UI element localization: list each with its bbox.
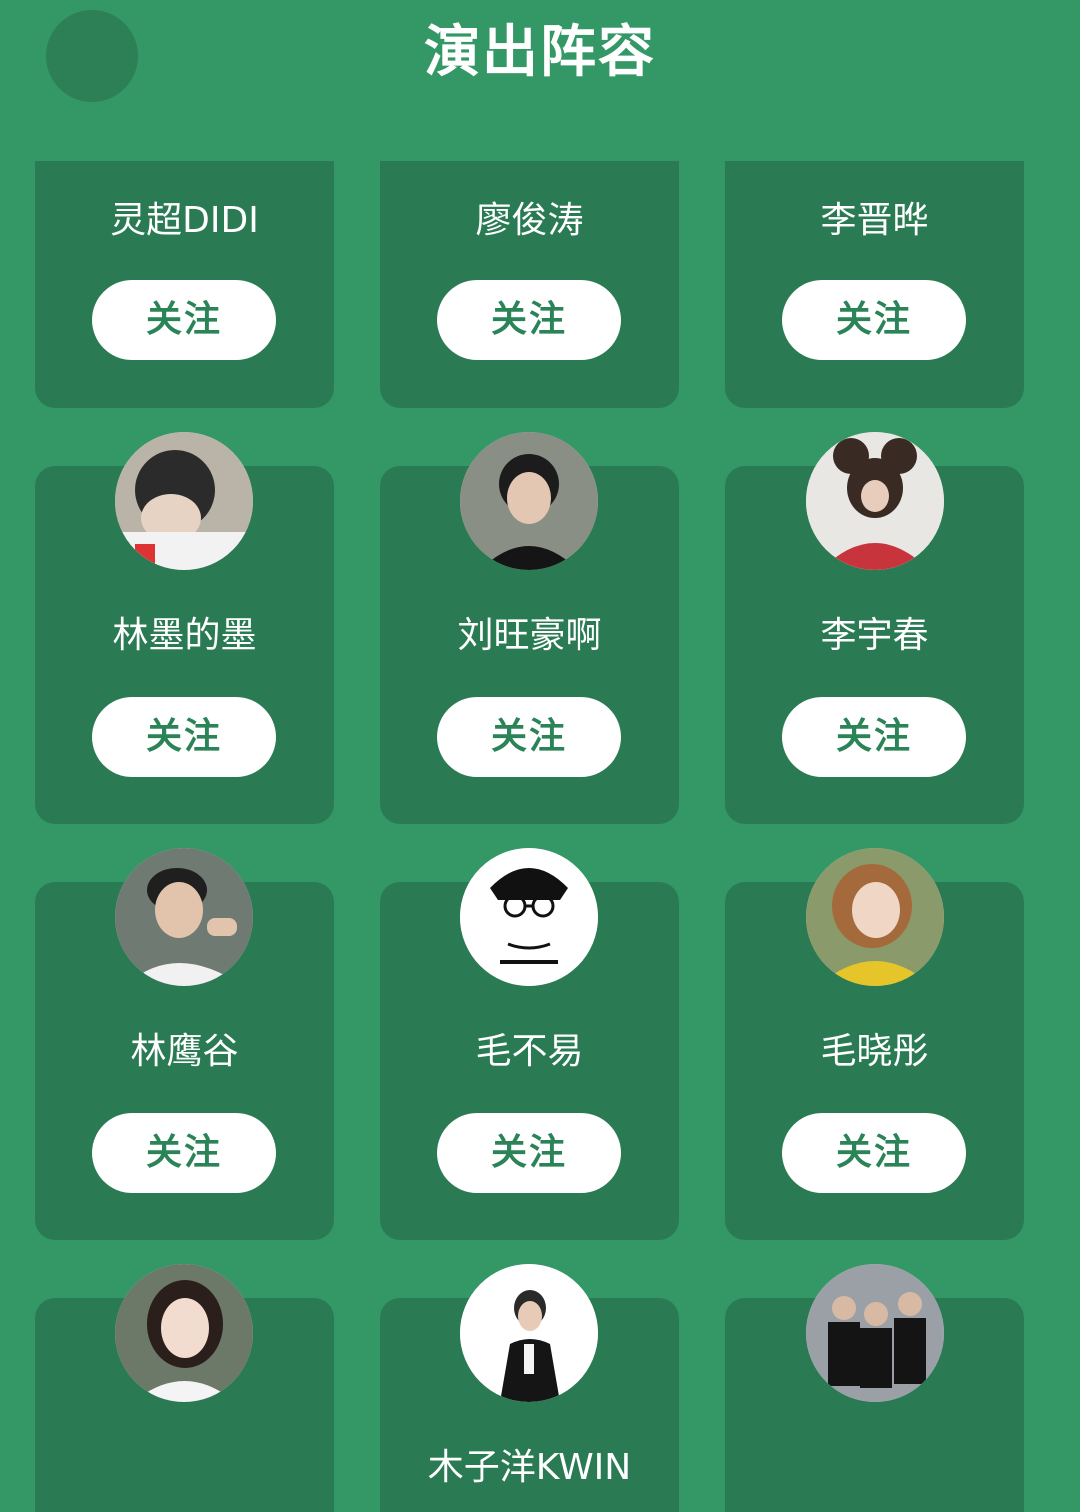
follow-button[interactable]: 关注 [92,1113,276,1193]
follow-button[interactable]: 关注 [782,280,966,360]
artist-name: 李宇春 [820,615,929,656]
artist-avatar[interactable] [806,432,944,570]
follow-button[interactable]: 关注 [92,697,276,777]
artist-name: 毛不易 [475,1031,584,1072]
artist-name: 李晋晔 [820,200,929,241]
artist-name: 林鹰谷 [130,1031,239,1072]
follow-button[interactable]: 关注 [437,280,621,360]
artist-name: 刘旺豪啊 [457,615,602,656]
follow-button[interactable]: 关注 [782,697,966,777]
artist-avatar[interactable] [115,848,253,986]
artist-card[interactable]: 廖俊涛 关注 [380,161,679,408]
artist-avatar[interactable] [806,848,944,986]
artist-name: 木子洋KWIN [427,1447,632,1488]
follow-button[interactable]: 关注 [437,697,621,777]
artist-avatar[interactable] [115,1264,253,1402]
artist-card[interactable]: 灵超DIDI 关注 [35,161,334,408]
artist-name: 灵超DIDI [110,200,259,241]
artist-avatar[interactable] [806,1264,944,1402]
artist-avatar[interactable] [115,432,253,570]
artist-avatar[interactable] [460,1264,598,1402]
page-title: 演出阵容 [424,20,656,85]
follow-button[interactable]: 关注 [437,1113,621,1193]
follow-button[interactable]: 关注 [92,280,276,360]
artist-name: 廖俊涛 [475,200,584,241]
artist-avatar[interactable] [460,848,598,986]
artist-name: 林墨的墨 [112,615,257,656]
follow-button[interactable]: 关注 [782,1113,966,1193]
artist-card[interactable]: 李晋晔 关注 [725,161,1024,408]
artist-name: 毛晓彤 [820,1031,929,1072]
artist-avatar[interactable] [460,432,598,570]
